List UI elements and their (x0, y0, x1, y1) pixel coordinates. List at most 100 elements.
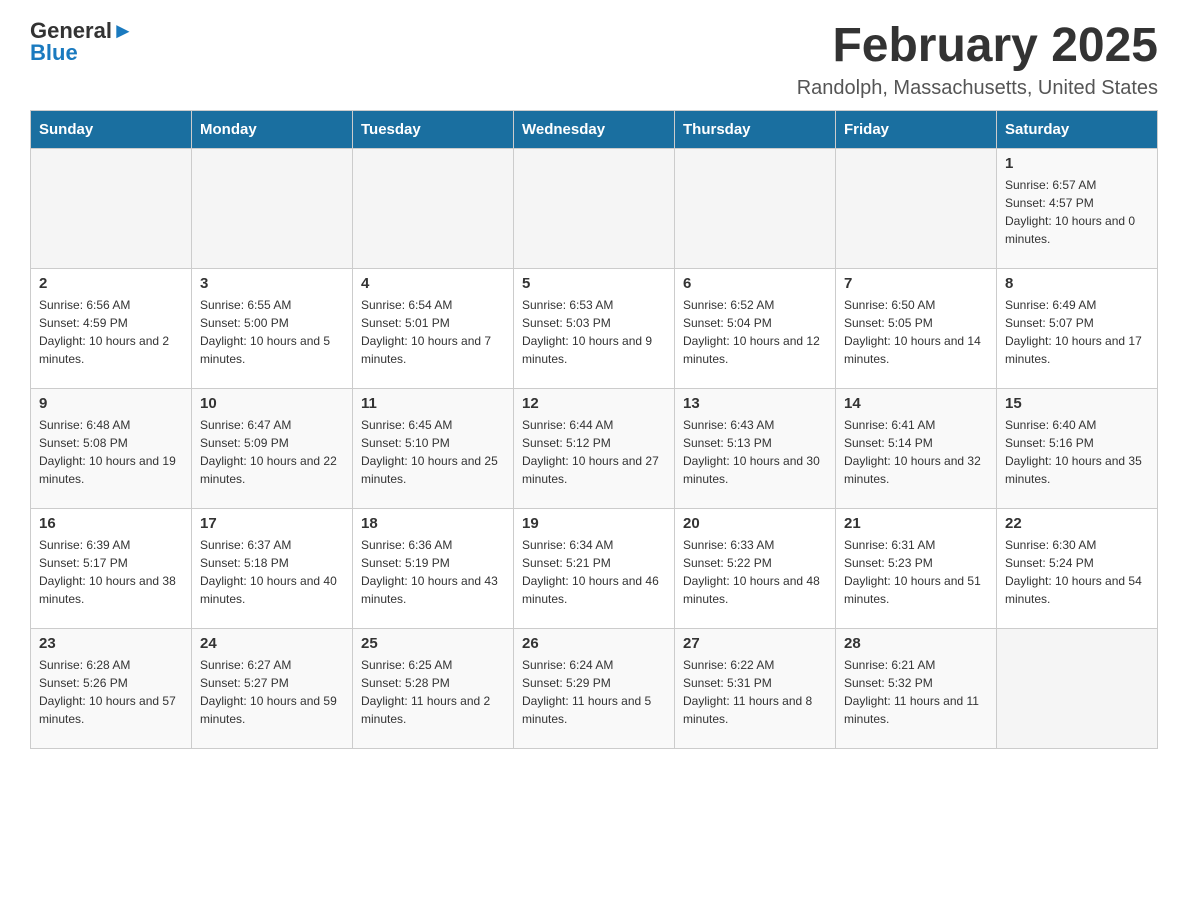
day-number: 7 (844, 275, 988, 292)
calendar-cell: 1 Sunrise: 6:57 AMSunset: 4:57 PMDaylight… (997, 148, 1158, 268)
calendar-week-row: 2 Sunrise: 6:56 AMSunset: 4:59 PMDaylight… (31, 268, 1158, 388)
day-number: 1 (1005, 155, 1149, 172)
day-number: 9 (39, 395, 183, 412)
day-info: Sunrise: 6:22 AMSunset: 5:31 PMDaylight:… (683, 656, 827, 728)
calendar-cell: 14 Sunrise: 6:41 AMSunset: 5:14 PMDayligh… (836, 388, 997, 508)
calendar-cell: 11 Sunrise: 6:45 AMSunset: 5:10 PMDayligh… (353, 388, 514, 508)
day-info: Sunrise: 6:52 AMSunset: 5:04 PMDaylight:… (683, 296, 827, 368)
calendar-cell: 3 Sunrise: 6:55 AMSunset: 5:00 PMDaylight… (192, 268, 353, 388)
day-info: Sunrise: 6:56 AMSunset: 4:59 PMDaylight:… (39, 296, 183, 368)
day-number: 12 (522, 395, 666, 412)
day-info: Sunrise: 6:50 AMSunset: 5:05 PMDaylight:… (844, 296, 988, 368)
day-number: 5 (522, 275, 666, 292)
calendar-cell: 19 Sunrise: 6:34 AMSunset: 5:21 PMDayligh… (514, 508, 675, 628)
calendar-cell: 25 Sunrise: 6:25 AMSunset: 5:28 PMDayligh… (353, 628, 514, 748)
day-number: 11 (361, 395, 505, 412)
weekday-header-friday: Friday (836, 110, 997, 148)
calendar-cell: 16Sunrise: 6:39 AMSunset: 5:17 PMDayligh… (31, 508, 192, 628)
logo-general-text: General► (30, 20, 134, 42)
page-header: General► Blue February 2025 Randolph, Ma… (30, 20, 1158, 100)
day-info: Sunrise: 6:45 AMSunset: 5:10 PMDaylight:… (361, 416, 505, 488)
day-number: 10 (200, 395, 344, 412)
weekday-header-wednesday: Wednesday (514, 110, 675, 148)
day-info: Sunrise: 6:27 AMSunset: 5:27 PMDaylight:… (200, 656, 344, 728)
day-number: 4 (361, 275, 505, 292)
day-info: Sunrise: 6:36 AMSunset: 5:19 PMDaylight:… (361, 536, 505, 608)
calendar-cell: 17 Sunrise: 6:37 AMSunset: 5:18 PMDayligh… (192, 508, 353, 628)
calendar-cell: 24 Sunrise: 6:27 AMSunset: 5:27 PMDayligh… (192, 628, 353, 748)
day-number: 13 (683, 395, 827, 412)
day-info: Sunrise: 6:21 AMSunset: 5:32 PMDaylight:… (844, 656, 988, 728)
calendar-week-row: 16Sunrise: 6:39 AMSunset: 5:17 PMDayligh… (31, 508, 1158, 628)
calendar-cell (353, 148, 514, 268)
calendar-cell (675, 148, 836, 268)
calendar-header-row: SundayMondayTuesdayWednesdayThursdayFrid… (31, 110, 1158, 148)
day-number: 23 (39, 635, 183, 652)
calendar-cell (997, 628, 1158, 748)
day-number: 8 (1005, 275, 1149, 292)
day-info: Sunrise: 6:37 AMSunset: 5:18 PMDaylight:… (200, 536, 344, 608)
calendar-cell: 12Sunrise: 6:44 AMSunset: 5:12 PMDayligh… (514, 388, 675, 508)
calendar-cell: 9 Sunrise: 6:48 AMSunset: 5:08 PMDaylight… (31, 388, 192, 508)
calendar-cell: 5 Sunrise: 6:53 AMSunset: 5:03 PMDaylight… (514, 268, 675, 388)
day-number: 15 (1005, 395, 1149, 412)
day-number: 17 (200, 515, 344, 532)
day-info: Sunrise: 6:30 AMSunset: 5:24 PMDaylight:… (1005, 536, 1149, 608)
day-number: 22 (1005, 515, 1149, 532)
day-number: 19 (522, 515, 666, 532)
calendar-cell: 26 Sunrise: 6:24 AMSunset: 5:29 PMDayligh… (514, 628, 675, 748)
weekday-header-tuesday: Tuesday (353, 110, 514, 148)
weekday-header-monday: Monday (192, 110, 353, 148)
day-number: 25 (361, 635, 505, 652)
day-info: Sunrise: 6:47 AMSunset: 5:09 PMDaylight:… (200, 416, 344, 488)
calendar-cell (514, 148, 675, 268)
logo: General► Blue (30, 20, 134, 66)
day-info: Sunrise: 6:41 AMSunset: 5:14 PMDaylight:… (844, 416, 988, 488)
day-number: 27 (683, 635, 827, 652)
day-info: Sunrise: 6:43 AMSunset: 5:13 PMDaylight:… (683, 416, 827, 488)
day-info: Sunrise: 6:54 AMSunset: 5:01 PMDaylight:… (361, 296, 505, 368)
day-number: 28 (844, 635, 988, 652)
calendar-week-row: 23 Sunrise: 6:28 AMSunset: 5:26 PMDayligh… (31, 628, 1158, 748)
day-info: Sunrise: 6:28 AMSunset: 5:26 PMDaylight:… (39, 656, 183, 728)
calendar-cell: 21Sunrise: 6:31 AMSunset: 5:23 PMDayligh… (836, 508, 997, 628)
day-info: Sunrise: 6:57 AMSunset: 4:57 PMDaylight:… (1005, 176, 1149, 248)
day-number: 24 (200, 635, 344, 652)
day-info: Sunrise: 6:53 AMSunset: 5:03 PMDaylight:… (522, 296, 666, 368)
day-info: Sunrise: 6:24 AMSunset: 5:29 PMDaylight:… (522, 656, 666, 728)
calendar-cell: 20Sunrise: 6:33 AMSunset: 5:22 PMDayligh… (675, 508, 836, 628)
calendar-cell (836, 148, 997, 268)
day-info: Sunrise: 6:25 AMSunset: 5:28 PMDaylight:… (361, 656, 505, 728)
day-number: 14 (844, 395, 988, 412)
day-info: Sunrise: 6:34 AMSunset: 5:21 PMDaylight:… (522, 536, 666, 608)
day-number: 16 (39, 515, 183, 532)
calendar-cell: 27 Sunrise: 6:22 AMSunset: 5:31 PMDayligh… (675, 628, 836, 748)
logo-blue-text: Blue (30, 40, 78, 66)
calendar-cell: 13 Sunrise: 6:43 AMSunset: 5:13 PMDayligh… (675, 388, 836, 508)
weekday-header-saturday: Saturday (997, 110, 1158, 148)
day-number: 20 (683, 515, 827, 532)
calendar-cell: 15 Sunrise: 6:40 AMSunset: 5:16 PMDayligh… (997, 388, 1158, 508)
calendar-cell: 4 Sunrise: 6:54 AMSunset: 5:01 PMDaylight… (353, 268, 514, 388)
calendar-cell: 22 Sunrise: 6:30 AMSunset: 5:24 PMDayligh… (997, 508, 1158, 628)
calendar-cell: 7 Sunrise: 6:50 AMSunset: 5:05 PMDaylight… (836, 268, 997, 388)
day-info: Sunrise: 6:55 AMSunset: 5:00 PMDaylight:… (200, 296, 344, 368)
calendar-cell: 18 Sunrise: 6:36 AMSunset: 5:19 PMDayligh… (353, 508, 514, 628)
day-info: Sunrise: 6:40 AMSunset: 5:16 PMDaylight:… (1005, 416, 1149, 488)
month-title: February 2025 (797, 20, 1158, 73)
day-number: 3 (200, 275, 344, 292)
calendar-cell: 8Sunrise: 6:49 AMSunset: 5:07 PMDaylight… (997, 268, 1158, 388)
day-info: Sunrise: 6:31 AMSunset: 5:23 PMDaylight:… (844, 536, 988, 608)
calendar-cell: 23 Sunrise: 6:28 AMSunset: 5:26 PMDayligh… (31, 628, 192, 748)
calendar-cell (192, 148, 353, 268)
calendar-table: SundayMondayTuesdayWednesdayThursdayFrid… (30, 110, 1158, 749)
day-number: 26 (522, 635, 666, 652)
weekday-header-thursday: Thursday (675, 110, 836, 148)
calendar-cell: 2 Sunrise: 6:56 AMSunset: 4:59 PMDaylight… (31, 268, 192, 388)
day-info: Sunrise: 6:48 AMSunset: 5:08 PMDaylight:… (39, 416, 183, 488)
day-number: 18 (361, 515, 505, 532)
location-title: Randolph, Massachusetts, United States (797, 77, 1158, 100)
calendar-week-row: 9 Sunrise: 6:48 AMSunset: 5:08 PMDaylight… (31, 388, 1158, 508)
day-number: 2 (39, 275, 183, 292)
day-number: 6 (683, 275, 827, 292)
